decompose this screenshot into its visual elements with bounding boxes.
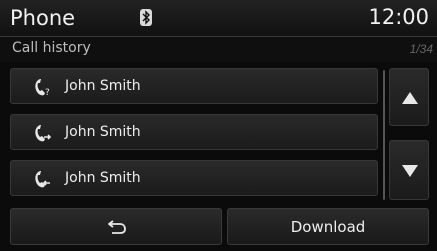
incoming-call-icon [35, 171, 50, 188]
scroll-up-button[interactable] [389, 68, 429, 126]
sub-header: Call history 1/34 [0, 37, 437, 62]
app-title: Phone [10, 6, 76, 30]
clock: 12:00 [368, 5, 429, 29]
contact-name: John Smith [65, 170, 141, 186]
missed-call-icon: ? [35, 79, 50, 97]
contact-name: John Smith [65, 78, 141, 94]
back-button[interactable] [10, 208, 222, 245]
title-bar: Phone 12:00 [0, 0, 437, 37]
section-title: Call history [12, 40, 91, 56]
arrow-up-icon [402, 92, 418, 104]
call-history-item[interactable]: John Smith [10, 160, 378, 196]
download-button[interactable]: Download [227, 208, 429, 245]
bluetooth-icon [140, 9, 152, 26]
arrow-down-icon [402, 165, 418, 177]
phone-screen: Phone 12:00 Call history 1/34 ? John Smi… [0, 0, 437, 251]
scroll-down-button[interactable] [389, 140, 429, 200]
page-indicator: 1/34 [409, 42, 433, 56]
scroll-divider [383, 70, 385, 200]
back-arrow-icon [108, 220, 126, 234]
download-label: Download [290, 218, 366, 236]
outgoing-call-icon [35, 125, 52, 142]
call-history-item[interactable]: John Smith [10, 114, 378, 150]
call-history-item[interactable]: ? John Smith [10, 68, 378, 104]
contact-name: John Smith [65, 124, 141, 140]
svg-text:?: ? [45, 88, 50, 97]
